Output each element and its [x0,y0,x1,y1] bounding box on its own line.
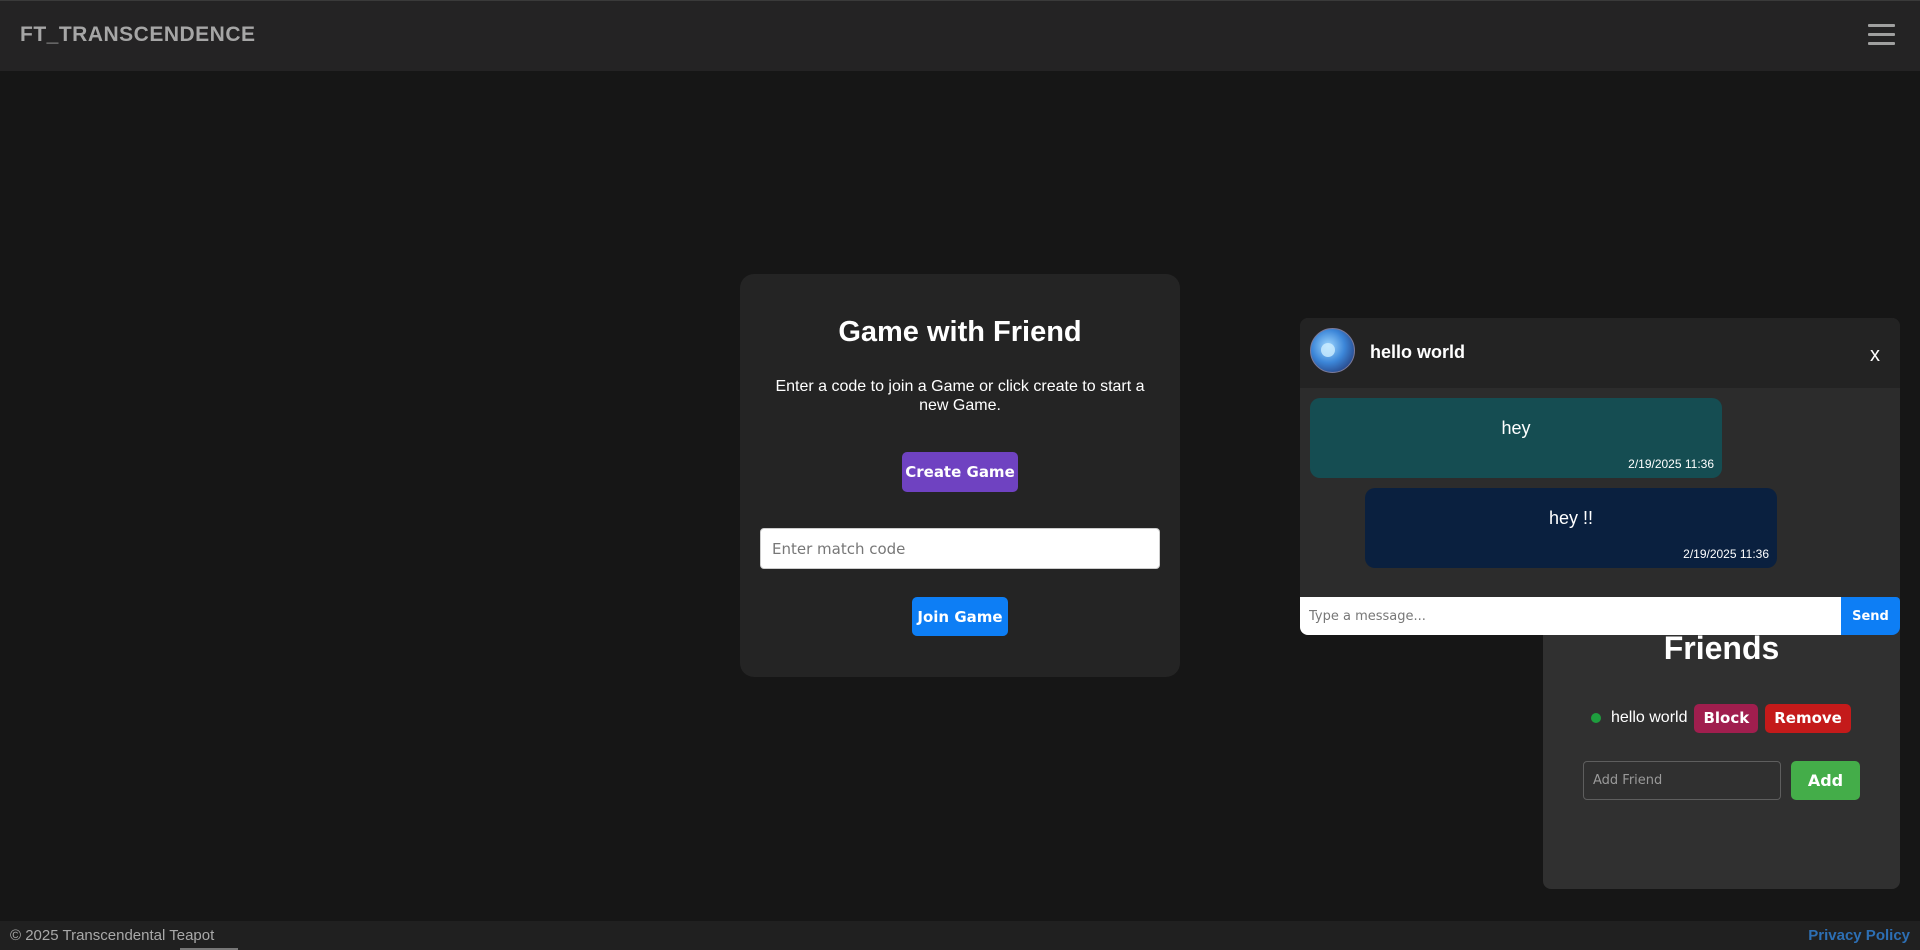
chat-user-name: hello world [1370,342,1466,362]
footer: © 2025 Transcendental Teapot Privacy Pol… [0,921,1920,950]
chat-messages: hey 2/19/2025 11:36 hey !! 2/19/2025 11:… [1300,388,1900,597]
copyright-text: © 2025 Transcendental Teapot [10,927,215,944]
chat-header: hello world x [1300,318,1900,388]
friends-title: Friends [1663,630,1780,666]
chat-message: hey !! 2/19/2025 11:36 [1365,488,1777,568]
privacy-policy-link[interactable]: Privacy Policy [1808,927,1910,944]
message-text: hey [1501,418,1531,438]
block-friend-button[interactable]: Block [1694,703,1759,733]
match-code-input[interactable] [760,528,1160,569]
online-status-icon [1591,713,1601,723]
close-icon[interactable]: x [1870,344,1880,367]
hamburger-menu-icon[interactable] [1868,24,1895,46]
message-timestamp: 2/19/2025 11:36 [1683,547,1769,561]
brand-title[interactable]: FT_TRANSCENDENCE [20,23,256,47]
avatar [1310,328,1355,373]
friends-panel: Friends hello world Block Remove Add [1543,620,1900,889]
game-title: Game with Friend [838,316,1082,348]
add-friend-button[interactable]: Add [1791,761,1860,800]
chat-input-row: Send [1300,597,1900,635]
add-friend-input[interactable] [1583,761,1781,800]
message-timestamp: 2/19/2025 11:36 [1628,457,1714,471]
create-game-button[interactable]: Create Game [902,452,1018,492]
remove-friend-button[interactable]: Remove [1765,703,1851,733]
game-description: Enter a code to join a Game or click cre… [775,378,1145,414]
chat-window: hello world x hey 2/19/2025 11:36 hey !!… [1300,318,1900,635]
message-text: hey !! [1548,508,1594,528]
chat-message-input[interactable] [1300,597,1841,635]
join-game-button[interactable]: Join Game [912,597,1008,636]
send-button[interactable]: Send [1841,597,1900,635]
friend-name[interactable]: hello world [1611,709,1687,727]
top-navbar: FT_TRANSCENDENCE [0,0,1920,71]
friend-list-item: hello world Block Remove [1591,703,1858,733]
game-with-friend-card: Game with Friend Enter a code to join a … [740,274,1180,677]
chat-message: hey 2/19/2025 11:36 [1310,398,1722,478]
